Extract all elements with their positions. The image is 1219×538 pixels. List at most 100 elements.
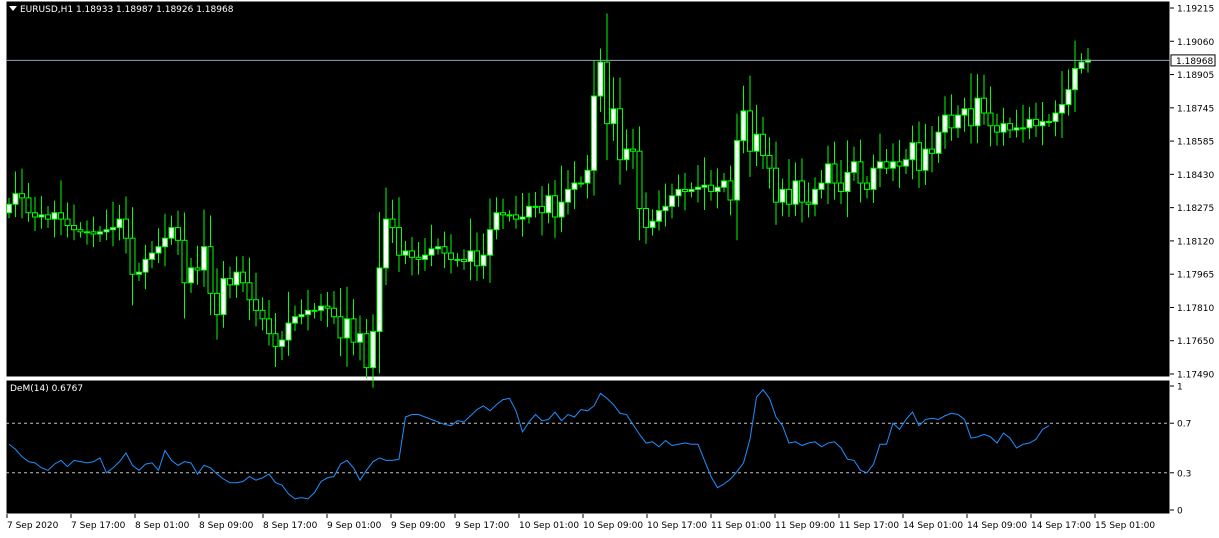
- candle-body: [207, 246, 214, 294]
- candle-body: [760, 133, 766, 156]
- time-tick-label: 8 Sep 01:00: [135, 521, 190, 531]
- candle-body: [734, 140, 740, 201]
- candle-body: [636, 150, 643, 210]
- candle-body: [1059, 104, 1065, 114]
- candle-body: [272, 333, 279, 347]
- candle-body: [578, 182, 584, 185]
- candle-body: [415, 256, 422, 260]
- candle-body: [701, 184, 708, 188]
- candle-body: [142, 258, 149, 273]
- time-tick-label: 9 Sep 17:00: [455, 521, 510, 531]
- indicator-panel[interactable]: [5, 379, 1171, 515]
- candle-body: [558, 201, 565, 218]
- candle-body: [565, 188, 571, 203]
- candle-body: [1065, 89, 1072, 106]
- candle-body: [441, 246, 448, 254]
- candle-body: [344, 318, 350, 339]
- candle-body: [981, 97, 987, 114]
- candle-body: [402, 250, 409, 256]
- candle-body: [1046, 121, 1052, 124]
- candle-body: [253, 299, 259, 311]
- candle-body: [1078, 61, 1085, 69]
- indicator-tick-label: 0.7: [1177, 420, 1191, 430]
- candle-body: [968, 108, 974, 127]
- candle-body: [519, 216, 526, 220]
- candle-body: [630, 148, 636, 152]
- candle-body: [935, 131, 942, 154]
- candle-body: [84, 231, 90, 234]
- candle-body: [682, 188, 688, 193]
- candle-body: [331, 307, 337, 318]
- symbol-header-text: EURUSD,H1 1.18933 1.18987 1.18926 1.1896…: [20, 5, 234, 15]
- candle-body: [500, 212, 506, 216]
- candle-body: [350, 318, 357, 343]
- candle-body: [370, 331, 376, 369]
- candle-body: [25, 197, 32, 214]
- candle-body: [799, 180, 805, 203]
- candle-body: [461, 258, 467, 263]
- candle-body: [220, 278, 227, 316]
- candle-body: [825, 163, 831, 184]
- candle-body: [591, 95, 597, 171]
- candle-body: [162, 237, 168, 248]
- candle-body: [116, 218, 123, 229]
- price-tick-label: 1.18905: [1177, 71, 1214, 81]
- symbol-header[interactable]: EURUSD,H1 1.18933 1.18987 1.18926 1.1896…: [9, 5, 234, 15]
- candle-body: [123, 218, 129, 239]
- candle-body: [376, 267, 383, 333]
- time-tick-label: 7 Sep 2020: [7, 521, 59, 531]
- price-tick-label: 1.19215: [1177, 5, 1214, 15]
- time-tick-label: 14 Sep 17:00: [1031, 521, 1091, 531]
- candle-body: [747, 110, 753, 152]
- candle-body: [493, 212, 500, 231]
- price-tick-label: 1.18430: [1177, 171, 1214, 181]
- candle-body: [363, 333, 370, 369]
- price-tick-label: 1.17810: [1177, 304, 1214, 314]
- time-tick-label: 10 Sep 01:00: [519, 521, 579, 531]
- time-tick-label: 14 Sep 01:00: [903, 521, 963, 531]
- candle-body: [1013, 127, 1020, 131]
- candle-body: [129, 237, 136, 275]
- candle-body: [292, 316, 298, 324]
- candle-body: [383, 218, 389, 269]
- indicator-tick-label: 1: [1177, 383, 1183, 393]
- candle-body: [298, 314, 305, 318]
- candle-body: [194, 267, 201, 271]
- candle-body: [623, 148, 630, 161]
- time-tick-label: 8 Sep 17:00: [263, 521, 318, 531]
- price-tick-label: 1.17965: [1177, 271, 1214, 281]
- candle-body: [812, 188, 818, 205]
- chart-canvas: 1.19215 1.19060 1.18905 1.18745 1.18585 1.184…: [0, 0, 1219, 538]
- candle-body: [857, 161, 864, 184]
- candle-body: [279, 339, 285, 347]
- candle-body: [994, 125, 1000, 133]
- time-tick-label: 9 Sep 09:00: [391, 521, 446, 531]
- candle-body: [1026, 118, 1033, 129]
- candle-body: [870, 167, 877, 190]
- candle-body: [12, 193, 19, 205]
- candle-body: [110, 227, 116, 231]
- candle-body: [818, 182, 825, 190]
- candle-body: [708, 184, 714, 193]
- candle-body: [311, 309, 318, 312]
- candle-body: [987, 112, 994, 127]
- candle-body: [604, 61, 610, 125]
- time-tick-label: 14 Sep 09:00: [967, 521, 1027, 531]
- candle-body: [58, 212, 64, 220]
- time-tick-label: 10 Sep 17:00: [647, 521, 707, 531]
- candle-body: [240, 271, 246, 284]
- candle-body: [786, 188, 792, 205]
- candle-body: [779, 188, 786, 203]
- candle-body: [19, 193, 25, 199]
- candle-body: [487, 229, 493, 256]
- candle-body: [662, 205, 669, 212]
- candle-body: [890, 161, 896, 169]
- candle-body: [896, 161, 903, 167]
- candle-body: [909, 142, 916, 161]
- candle-body: [916, 142, 922, 171]
- candle-body: [1007, 123, 1013, 131]
- candle-body: [643, 208, 649, 229]
- candle-body: [422, 254, 428, 260]
- candle-body: [389, 218, 396, 229]
- indicator-tick-label: 0.3: [1177, 469, 1191, 479]
